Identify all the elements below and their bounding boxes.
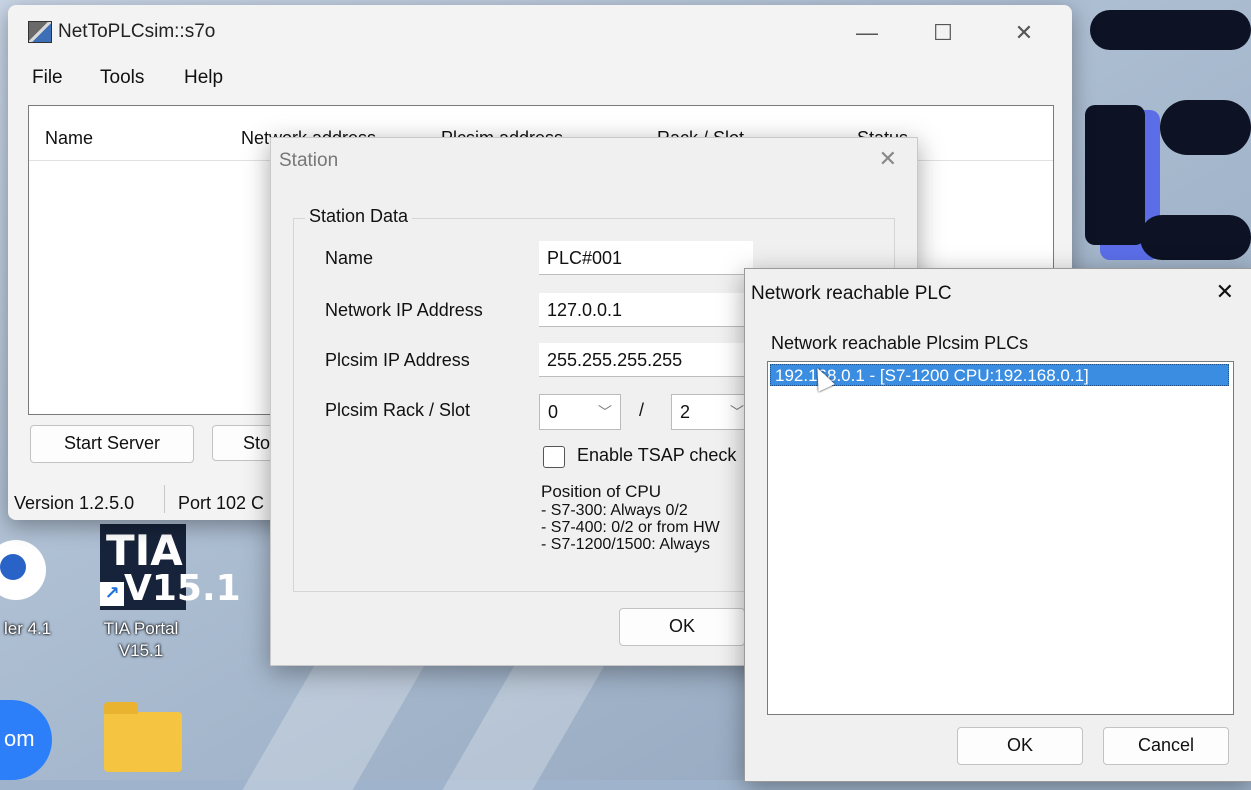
folder-icon[interactable] [104,702,182,772]
app-icon [28,21,52,43]
desktop-icon-label: ler 4.1 [4,619,52,638]
menu-file[interactable]: File [32,67,63,89]
rack-select[interactable]: 0 ﹀ [539,394,621,430]
name-label: Name [325,248,374,268]
menu-help[interactable]: Help [184,67,223,89]
tia-label-line1: TIA Portal [103,619,179,638]
dialog-title: Station [279,150,339,171]
status-port: Port 102 C [178,493,265,513]
column-name[interactable]: Name [45,128,93,149]
reach-plc-list[interactable]: 192.168.0.1 - [S7-1200 CPU:192.168.0.1] [767,361,1234,715]
shortcut-arrow-icon: ↗ [100,582,124,606]
reach-cancel-button[interactable]: Cancel [1103,727,1229,765]
reach-ok-button[interactable]: OK [957,727,1083,765]
station-ok-button[interactable]: OK [619,608,745,646]
reach-list-label: Network reachable Plcsim PLCs [771,333,1029,353]
wallpaper-shape [1090,10,1251,50]
close-icon[interactable]: ✕ [1001,13,1047,53]
plcsim-ip-field[interactable]: 255.255.255.255 [539,343,753,377]
minimize-icon[interactable]: — [844,13,890,53]
cpu-info-line: - S7-400: 0/2 or from HW [541,519,720,536]
status-separator [164,485,165,513]
window-title: NetToPLCsim::s7o [58,21,216,42]
start-server-button[interactable]: Start Server [30,425,194,463]
tia-label-line2: V15.1 [118,641,164,660]
wallpaper-shape [1085,105,1145,245]
rack-slot-label: Plcsim Rack / Slot [325,400,471,420]
chevron-down-icon: ﹀ [730,404,744,420]
plcsim-ip-label: Plcsim IP Address [325,350,470,370]
wallpaper-shape [1140,215,1251,260]
group-title: Station Data [305,206,413,227]
wallpaper-stripe [442,660,608,790]
name-field[interactable]: PLC#001 [539,241,753,275]
menu-bar: File Tools Help [8,65,1072,95]
list-item[interactable]: 192.168.0.1 - [S7-1200 CPU:192.168.0.1] [770,364,1229,386]
rack-value: 0 [548,402,559,422]
maximize-icon[interactable]: ☐ [920,13,966,53]
chevron-down-icon: ﹀ [598,404,612,420]
network-reachable-dialog: Network reachable PLC ✕ Network reachabl… [744,268,1251,782]
cpu-info-heading: Position of CPU [541,482,661,501]
menu-tools[interactable]: Tools [100,67,144,89]
tia-version-text: V15.1 [124,568,241,609]
zoom-label: om [4,726,35,751]
network-ip-field[interactable]: 127.0.0.1 [539,293,753,327]
tsap-label: Enable TSAP check [577,445,737,465]
cpu-info-line: - S7-300: Always 0/2 [541,502,688,519]
status-version: Version 1.2.5.0 [14,493,135,513]
slot-value: 2 [680,402,691,422]
network-ip-label: Network IP Address [325,300,483,320]
slot-select[interactable]: 2 ﹀ [671,394,753,430]
reach-dialog-title: Network reachable PLC [751,283,952,304]
title-bar[interactable]: NetToPLCsim::s7o — ☐ ✕ [8,5,1072,57]
close-icon[interactable]: ✕ [879,146,897,172]
wallpaper-shape [1160,100,1251,155]
cpu-info-line: - S7-1200/1500: Always [541,536,710,553]
tia-portal-icon[interactable]: TIA V15.1 ↗ [100,524,241,610]
wallpaper-stripe [242,660,428,790]
rack-slot-separator: / [639,400,645,420]
tsap-checkbox[interactable] [543,446,565,468]
tia-portal-label: TIA Portal V15.1 [86,618,196,662]
close-icon[interactable]: ✕ [1216,279,1234,305]
